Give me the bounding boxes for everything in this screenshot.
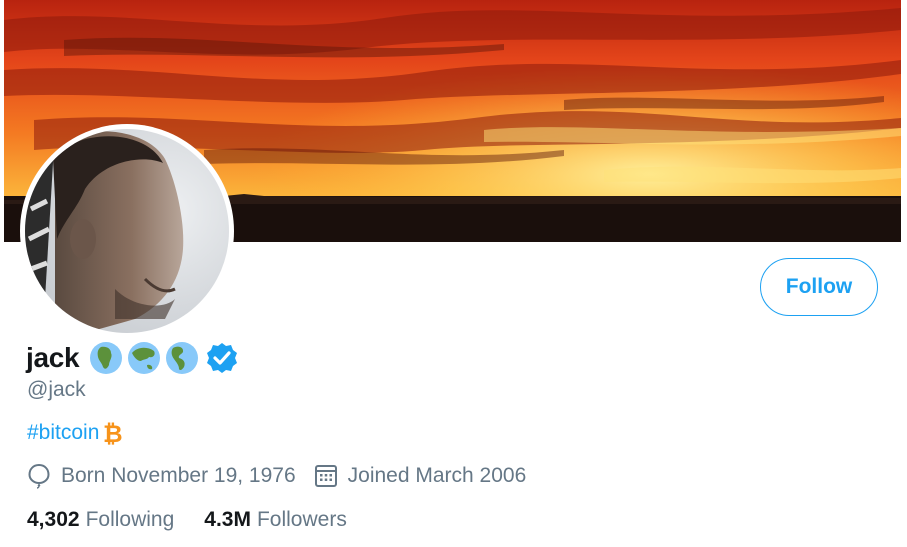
globe-asia-icon [128, 342, 161, 374]
right-edge [901, 0, 907, 547]
verified-badge-icon [207, 343, 238, 373]
calendar-icon [314, 465, 337, 487]
globe-africa-icon [90, 342, 123, 374]
followers-count: 4.3M [204, 508, 251, 531]
birthday-item: Born November 19, 1976 [27, 463, 296, 489]
display-name-row: jack [26, 340, 239, 376]
joined-text: Joined March 2006 [347, 464, 527, 487]
followers-link[interactable]: 4.3M Followers [204, 508, 347, 532]
profile-meta: Born November 19, 1976 Joined March 2006 [27, 463, 544, 489]
balloon-icon [28, 463, 50, 489]
following-count: 4,302 [27, 508, 80, 531]
left-edge [0, 0, 4, 547]
bio-hashtag-link[interactable]: #bitcoin [27, 421, 99, 445]
username-handle: @jack [27, 378, 86, 401]
profile-header: Follow jack @jack #bitcoin ₿ Born Novemb… [0, 0, 907, 547]
following-link[interactable]: 4,302 Following [27, 508, 174, 532]
avatar-image [25, 129, 229, 333]
globe-americas-icon [166, 342, 199, 374]
follow-stats: 4,302 Following 4.3M Followers [27, 508, 377, 532]
profile-avatar[interactable] [20, 124, 234, 338]
joined-item: Joined March 2006 [314, 463, 527, 489]
following-label: Following [85, 508, 175, 531]
followers-label: Followers [256, 508, 347, 531]
bitcoin-icon: ₿ [103, 420, 123, 446]
svg-text:₿: ₿ [103, 420, 123, 446]
display-name: jack [26, 342, 80, 373]
follow-button[interactable]: Follow [760, 258, 878, 316]
bio: #bitcoin ₿ [27, 420, 124, 446]
birthday-text: Born November 19, 1976 [61, 464, 296, 487]
